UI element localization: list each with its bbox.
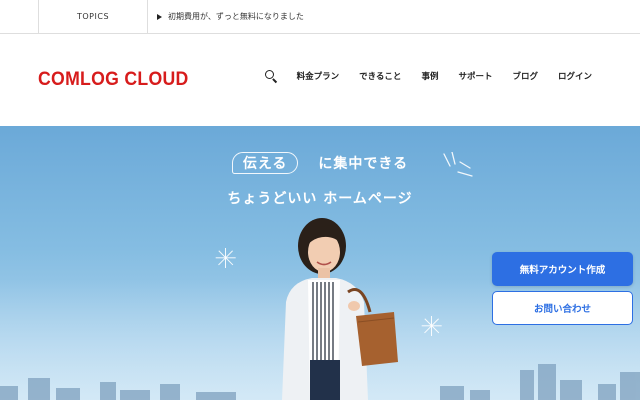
hero-tagline-line2: ちょうどいい ホームページ — [227, 191, 413, 207]
nav-blog[interactable]: ブログ — [512, 70, 538, 82]
contact-button[interactable]: お問い合わせ — [492, 291, 633, 325]
topics-link[interactable]: 初期費用が、ずっと無料になりました — [157, 0, 304, 33]
main-nav: 料金プラン できること 事例 サポート ブログ ログイン — [264, 70, 592, 83]
create-free-account-button[interactable]: 無料アカウント作成 — [492, 252, 633, 286]
hero-tagline-line1: 伝える に集中できる — [0, 152, 640, 174]
sparkle-icon — [421, 316, 442, 336]
sparkle-icon — [215, 248, 236, 268]
nav-login[interactable]: ログイン — [558, 70, 592, 82]
topics-text: 初期費用が、ずっと無料になりました — [168, 12, 304, 21]
topics-label: TOPICS — [38, 0, 148, 33]
search-icon[interactable] — [264, 70, 277, 83]
accent-lines-icon — [443, 152, 473, 177]
nav-cases[interactable]: 事例 — [421, 70, 438, 82]
site-header: COMLOG CLOUD 料金プラン できること 事例 サポート ブログ ログイ… — [0, 34, 640, 126]
caret-right-icon — [157, 13, 162, 20]
city-skyline-image — [0, 364, 640, 400]
hero-tagline-rest: に集中できる — [318, 156, 409, 172]
hero-bubble-word: 伝える — [231, 152, 299, 174]
logo[interactable]: COMLOG CLOUD — [38, 69, 189, 91]
nav-support[interactable]: サポート — [458, 70, 492, 82]
nav-features[interactable]: できること — [359, 70, 401, 82]
nav-pricing[interactable]: 料金プラン — [297, 70, 340, 82]
topics-bar: TOPICS 初期費用が、ずっと無料になりました — [0, 0, 640, 34]
